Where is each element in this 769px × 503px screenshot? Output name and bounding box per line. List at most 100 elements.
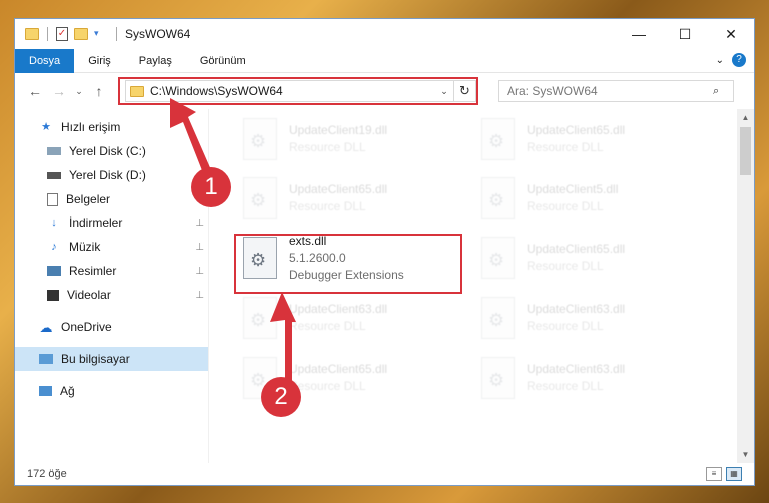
star-icon: ★ [41, 120, 51, 133]
cloud-icon: ☁ [39, 319, 53, 335]
documents-icon [47, 192, 58, 206]
sidebar-item-label: Yerel Disk (C:) [69, 144, 146, 158]
sidebar-item-onedrive[interactable]: ☁ OneDrive [15, 315, 208, 339]
file-description: Resource DLL [289, 319, 366, 333]
videos-icon [47, 289, 59, 301]
file-item[interactable]: UpdateClient5.dll Resource DLL [473, 170, 699, 226]
file-description: Resource DLL [527, 379, 604, 393]
download-icon: ↓ [51, 216, 57, 229]
chevron-down-icon[interactable]: ⌄ [716, 55, 724, 66]
file-item[interactable]: UpdateClient63.dll Resource DLL [235, 290, 461, 346]
sidebar-item-music[interactable]: ♪ Müzik ⊥ [15, 235, 208, 259]
drive-icon [47, 171, 61, 179]
file-description: Resource DLL [527, 199, 604, 213]
dll-file-icon [243, 297, 277, 339]
file-item[interactable]: UpdateClient19.dll Resource DLL [235, 111, 461, 167]
sidebar-item-quick-access[interactable]: ★ Hızlı erişim [15, 115, 208, 139]
tab-home[interactable]: Giriş [74, 49, 125, 73]
file-name: UpdateClient65.dll [527, 123, 626, 137]
scroll-up-icon[interactable]: ▲ [737, 109, 754, 126]
scroll-down-icon[interactable]: ▼ [737, 446, 754, 463]
sidebar-item-downloads[interactable]: ↓ İndirmeler ⊥ [15, 211, 208, 235]
navigation-pane: ★ Hızlı erişim Yerel Disk (C:) ⊥ Yerel D… [15, 109, 209, 463]
sidebar-item-label: İndirmeler [69, 216, 123, 230]
file-description: Resource DLL [289, 199, 366, 213]
pin-icon: ⊥ [195, 241, 204, 253]
dll-file-icon [243, 118, 277, 160]
file-highlight [234, 234, 462, 294]
file-name: UpdateClient65.dll [289, 362, 388, 376]
file-name: UpdateClient63.dll [527, 302, 626, 316]
item-count: 172 öğe [27, 468, 67, 480]
folder-icon [25, 28, 39, 40]
file-name: UpdateClient5.dll [527, 182, 619, 196]
sidebar-item-label: Resimler [69, 264, 117, 278]
search-input[interactable]: Ara: SysWOW64 ⌕ [498, 80, 734, 102]
file-item[interactable]: UpdateClient65.dll Resource DLL [473, 230, 699, 286]
new-folder-icon[interactable] [74, 28, 88, 40]
vertical-scrollbar[interactable]: ▲ ▼ [737, 109, 754, 463]
sidebar-item-local-disk-c[interactable]: Yerel Disk (C:) ⊥ [15, 139, 208, 163]
title-bar: ✓ ▾ SysWOW64 — ☐ ✕ [15, 19, 754, 49]
file-name: UpdateClient63.dll [289, 302, 388, 316]
file-description: Resource DLL [289, 379, 366, 393]
close-button[interactable]: ✕ [708, 19, 754, 49]
music-icon: ♪ [51, 240, 57, 253]
sidebar-item-label: Belgeler [66, 192, 111, 206]
dll-file-icon [481, 237, 515, 279]
file-item[interactable]: UpdateClient63.dll Resource DLL [473, 350, 699, 406]
scrollbar-thumb[interactable] [740, 127, 751, 175]
sidebar-item-local-disk-d[interactable]: Yerel Disk (D:) [15, 163, 208, 187]
file-item[interactable]: UpdateClient63.dll Resource DLL [473, 290, 699, 346]
dll-file-icon [481, 118, 515, 160]
divider [116, 27, 117, 41]
tab-share[interactable]: Paylaş [125, 49, 186, 73]
sidebar-item-label: Müzik [69, 240, 101, 254]
up-button[interactable]: ↑ [87, 83, 111, 99]
sidebar-item-pictures[interactable]: Resimler ⊥ [15, 259, 208, 283]
sidebar-item-label: Videolar [67, 288, 111, 302]
back-button[interactable]: ← [23, 83, 47, 99]
file-description: Resource DLL [527, 319, 604, 333]
sidebar-item-this-pc[interactable]: Bu bilgisayar [15, 347, 208, 371]
customize-toolbar-icon[interactable]: ▾ [94, 28, 108, 40]
quick-access-toolbar: ✓ ▾ [25, 27, 119, 41]
file-item[interactable]: UpdateClient65.dll Resource DLL [473, 111, 699, 167]
minimize-button[interactable]: — [616, 19, 662, 49]
dll-file-icon [481, 177, 515, 219]
search-icon[interactable]: ⌕ [713, 85, 733, 98]
dll-file-icon [481, 357, 515, 399]
sidebar-item-label: Hızlı erişim [61, 120, 121, 134]
details-view-icon[interactable]: ≡ [706, 467, 722, 481]
pin-icon: ⊥ [195, 265, 204, 277]
help-icon[interactable]: ? [732, 53, 746, 67]
file-description: Resource DLL [527, 259, 604, 273]
sidebar-item-network[interactable]: Ağ [15, 379, 208, 403]
properties-icon[interactable]: ✓ [56, 27, 68, 41]
dll-file-icon [481, 297, 515, 339]
tiles-view-icon[interactable]: ▦ [726, 467, 742, 481]
pin-icon: ⊥ [195, 289, 204, 301]
dll-file-icon [243, 177, 277, 219]
step-marker-1: 1 [191, 167, 231, 207]
drive-icon [47, 147, 61, 155]
file-name: UpdateClient65.dll [289, 182, 388, 196]
tab-file[interactable]: Dosya [15, 48, 75, 73]
window-title: SysWOW64 [125, 27, 191, 41]
file-description: Resource DLL [289, 140, 366, 154]
pin-icon: ⊥ [195, 145, 204, 157]
pin-icon: ⊥ [195, 217, 204, 229]
sidebar-item-label: Ağ [60, 384, 75, 398]
divider [47, 27, 48, 41]
tab-view[interactable]: Görünüm [186, 49, 260, 73]
recent-locations-button[interactable]: ⌄ [71, 86, 87, 97]
forward-button[interactable]: → [47, 83, 71, 99]
sidebar-item-videos[interactable]: Videolar ⊥ [15, 283, 208, 307]
file-item[interactable]: UpdateClient65.dll Resource DLL [235, 170, 461, 226]
file-name: UpdateClient63.dll [527, 362, 626, 376]
view-switcher: ≡ ▦ [706, 467, 742, 481]
sidebar-item-documents[interactable]: Belgeler [15, 187, 208, 211]
maximize-button[interactable]: ☐ [662, 19, 708, 49]
